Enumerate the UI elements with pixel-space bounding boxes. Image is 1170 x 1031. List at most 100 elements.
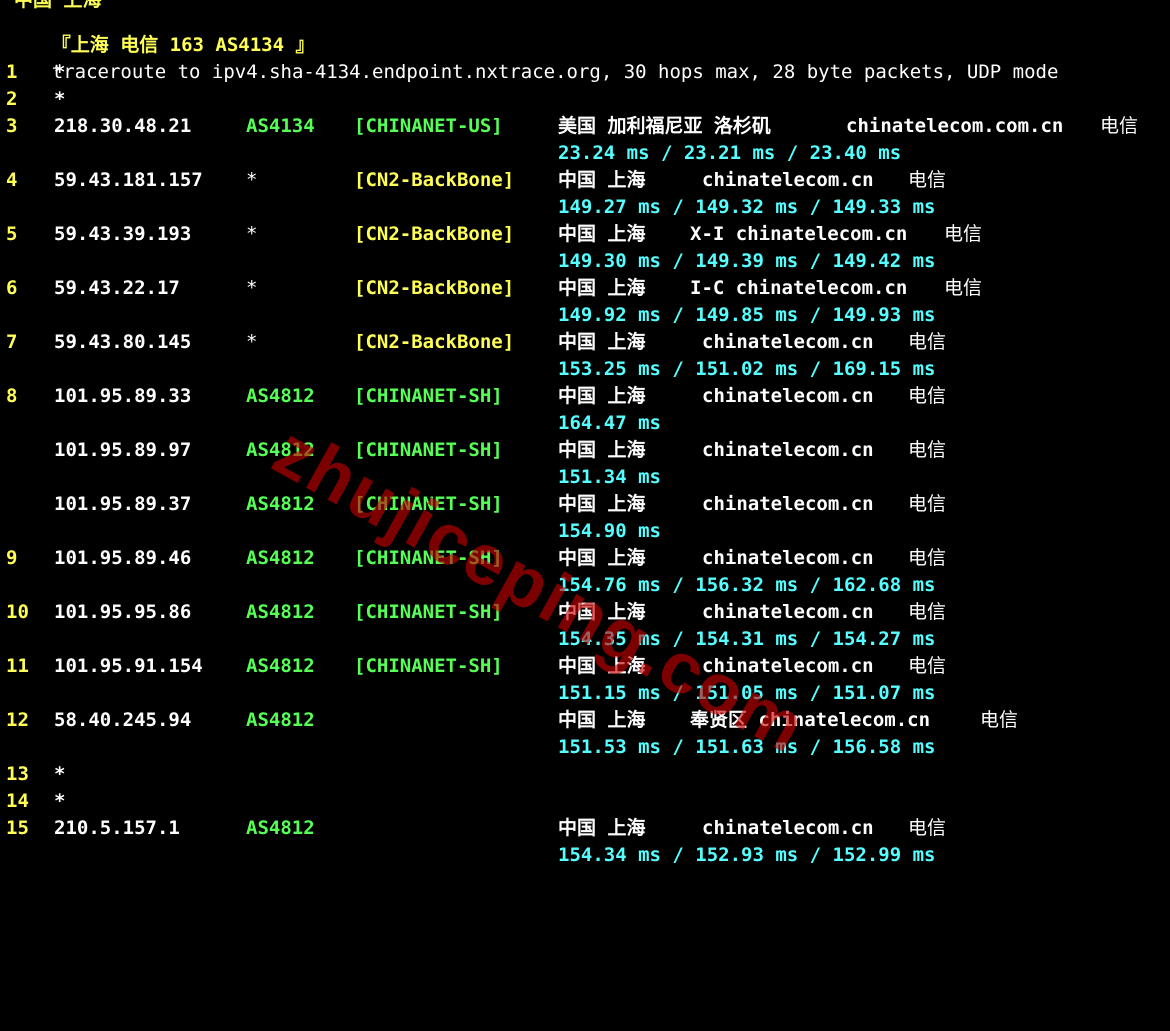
hop-host: X-I chinatelecom.cn xyxy=(690,223,908,245)
hop-isp: 电信 xyxy=(908,439,947,461)
hop-host: 奉贤区 chinatelecom.cn xyxy=(690,709,931,731)
hop-ip: 58.40.245.94 xyxy=(54,709,192,731)
hop-rtt: 164.47 ms xyxy=(558,412,661,434)
hop-asn: AS4812 xyxy=(246,385,315,407)
hop-number: 9 xyxy=(6,547,18,569)
hop-row: 7 59.43.80.145 * [CN2-BackBone] 中国 上海 ch… xyxy=(0,329,1170,356)
hop-network-tag: [CN2-BackBone] xyxy=(354,331,515,353)
hop-number: 14 xyxy=(6,790,29,812)
hop-rtt: 153.25 ms / 151.02 ms / 169.15 ms xyxy=(558,358,936,380)
hop-ip: 218.30.48.21 xyxy=(54,115,192,137)
hop-isp: 电信 xyxy=(908,331,947,353)
hop-isp: 电信 xyxy=(980,709,1019,731)
hop-row: 101.95.89.37 AS4812 [CHINANET-SH] 中国 上海 … xyxy=(0,491,1170,518)
hop-host: chinatelecom.cn xyxy=(702,655,874,677)
hop-rtt-row: 154.76 ms / 156.32 ms / 162.68 ms xyxy=(0,572,1170,599)
hop-isp: 电信 xyxy=(908,169,947,191)
hop-rtt: 149.92 ms / 149.85 ms / 149.93 ms xyxy=(558,304,936,326)
hop-rtt: 151.53 ms / 151.63 ms / 156.58 ms xyxy=(558,736,936,758)
hop-network-tag: [CN2-BackBone] xyxy=(354,223,515,245)
hop-asn: AS4812 xyxy=(246,601,315,623)
hop-isp: 电信 xyxy=(908,655,947,677)
hop-geo: 中国 上海 xyxy=(558,385,646,407)
hop-asn: AS4812 xyxy=(246,547,315,569)
hop-row: 12 58.40.245.94 AS4812 中国 上海 奉贤区 chinate… xyxy=(0,707,1170,734)
hop-ip: 101.95.89.46 xyxy=(54,547,192,569)
hop-rtt-row: 149.92 ms / 149.85 ms / 149.93 ms xyxy=(0,302,1170,329)
hop-rtt-row: 154.35 ms / 154.31 ms / 154.27 ms xyxy=(0,626,1170,653)
hop-geo: 中国 上海 xyxy=(558,817,646,839)
hop-ip: 59.43.181.157 xyxy=(54,169,203,191)
hop-ip: 59.43.80.145 xyxy=(54,331,192,353)
hop-asn: AS4812 xyxy=(246,817,315,839)
hop-number: 6 xyxy=(6,277,18,299)
hop-host: chinatelecom.cn xyxy=(702,601,874,623)
hop-rtt-row: 149.30 ms / 149.39 ms / 149.42 ms xyxy=(0,248,1170,275)
hop-ip: 101.95.89.33 xyxy=(54,385,192,407)
hop-number: 2 xyxy=(6,88,18,110)
hop-geo: 中国 上海 xyxy=(558,655,646,677)
hop-geo: 中国 上海 xyxy=(558,439,646,461)
hop-number: 8 xyxy=(6,385,18,407)
hop-isp: 电信 xyxy=(944,277,983,299)
hop-asn: AS4812 xyxy=(246,655,315,677)
hop-network-tag: [CN2-BackBone] xyxy=(354,169,515,191)
hop-isp: 电信 xyxy=(908,817,947,839)
hop-number: 15 xyxy=(6,817,29,839)
hop-rtt-row: 154.90 ms xyxy=(0,518,1170,545)
hop-asn: * xyxy=(246,169,258,191)
hop-geo: 中国 上海 xyxy=(558,601,646,623)
hop-geo: 中国 上海 xyxy=(558,493,646,515)
hop-ip: * xyxy=(54,61,66,83)
hop-rtt: 149.27 ms / 149.32 ms / 149.33 ms xyxy=(558,196,936,218)
hop-network-tag: [CHINANET-SH] xyxy=(354,655,503,677)
hop-asn: * xyxy=(246,331,258,353)
hop-ip: * xyxy=(54,763,66,785)
hop-network-tag: [CHINANET-SH] xyxy=(354,547,503,569)
hop-isp: 电信 xyxy=(908,493,947,515)
hop-row: 4 59.43.181.157 * [CN2-BackBone] 中国 上海 c… xyxy=(0,167,1170,194)
hop-rtt-row: 23.24 ms / 23.21 ms / 23.40 ms xyxy=(0,140,1170,167)
hop-row: 1 * xyxy=(0,59,1170,86)
hop-number: 5 xyxy=(6,223,18,245)
hop-row: 101.95.89.97 AS4812 [CHINANET-SH] 中国 上海 … xyxy=(0,437,1170,464)
hop-number: 4 xyxy=(6,169,18,191)
hop-geo: 中国 上海 xyxy=(558,277,646,299)
hop-rtt-row: 154.34 ms / 152.93 ms / 152.99 ms xyxy=(0,842,1170,869)
hop-network-tag: [CHINANET-SH] xyxy=(354,439,503,461)
hop-geo: 中国 上海 xyxy=(558,169,646,191)
hop-rtt-row: 153.25 ms / 151.02 ms / 169.15 ms xyxy=(0,356,1170,383)
hop-geo: 美国 加利福尼亚 洛杉矶 xyxy=(558,115,771,137)
hop-ip: * xyxy=(54,88,66,110)
hop-host: chinatelecom.cn xyxy=(702,547,874,569)
hop-ip: 101.95.89.37 xyxy=(54,493,192,515)
hop-host: chinatelecom.cn xyxy=(702,169,874,191)
hop-number: 3 xyxy=(6,115,18,137)
hop-row: 5 59.43.39.193 * [CN2-BackBone] 中国 上海 X-… xyxy=(0,221,1170,248)
hop-ip: 59.43.22.17 xyxy=(54,277,180,299)
hop-asn: AS4812 xyxy=(246,493,315,515)
hop-ip: 101.95.91.154 xyxy=(54,655,203,677)
hop-geo: 中国 上海 xyxy=(558,223,646,245)
hop-geo: 中国 上海 xyxy=(558,331,646,353)
hop-rtt: 154.34 ms / 152.93 ms / 152.99 ms xyxy=(558,844,936,866)
hop-ip: * xyxy=(54,790,66,812)
hop-number: 7 xyxy=(6,331,18,353)
hop-asn: * xyxy=(246,223,258,245)
hop-rtt: 154.76 ms / 156.32 ms / 162.68 ms xyxy=(558,574,936,596)
hop-number: 1 xyxy=(6,61,18,83)
hop-rtt: 151.15 ms / 151.05 ms / 151.07 ms xyxy=(558,682,936,704)
hop-number: 12 xyxy=(6,709,29,731)
hop-network-tag: [CHINANET-SH] xyxy=(354,385,503,407)
hop-rtt-row: 164.47 ms xyxy=(0,410,1170,437)
hop-rtt: 154.35 ms / 154.31 ms / 154.27 ms xyxy=(558,628,936,650)
hop-row: 15 210.5.157.1 AS4812 中国 上海 chinatelecom… xyxy=(0,815,1170,842)
hop-ip: 101.95.95.86 xyxy=(54,601,192,623)
hop-row: 13 * xyxy=(0,761,1170,788)
hop-host: chinatelecom.cn xyxy=(702,817,874,839)
hop-ip: 210.5.157.1 xyxy=(54,817,180,839)
hop-isp: 电信 xyxy=(944,223,983,245)
hop-network-tag: [CN2-BackBone] xyxy=(354,277,515,299)
hop-row: 8 101.95.89.33 AS4812 [CHINANET-SH] 中国 上… xyxy=(0,383,1170,410)
hop-host: chinatelecom.cn xyxy=(702,331,874,353)
